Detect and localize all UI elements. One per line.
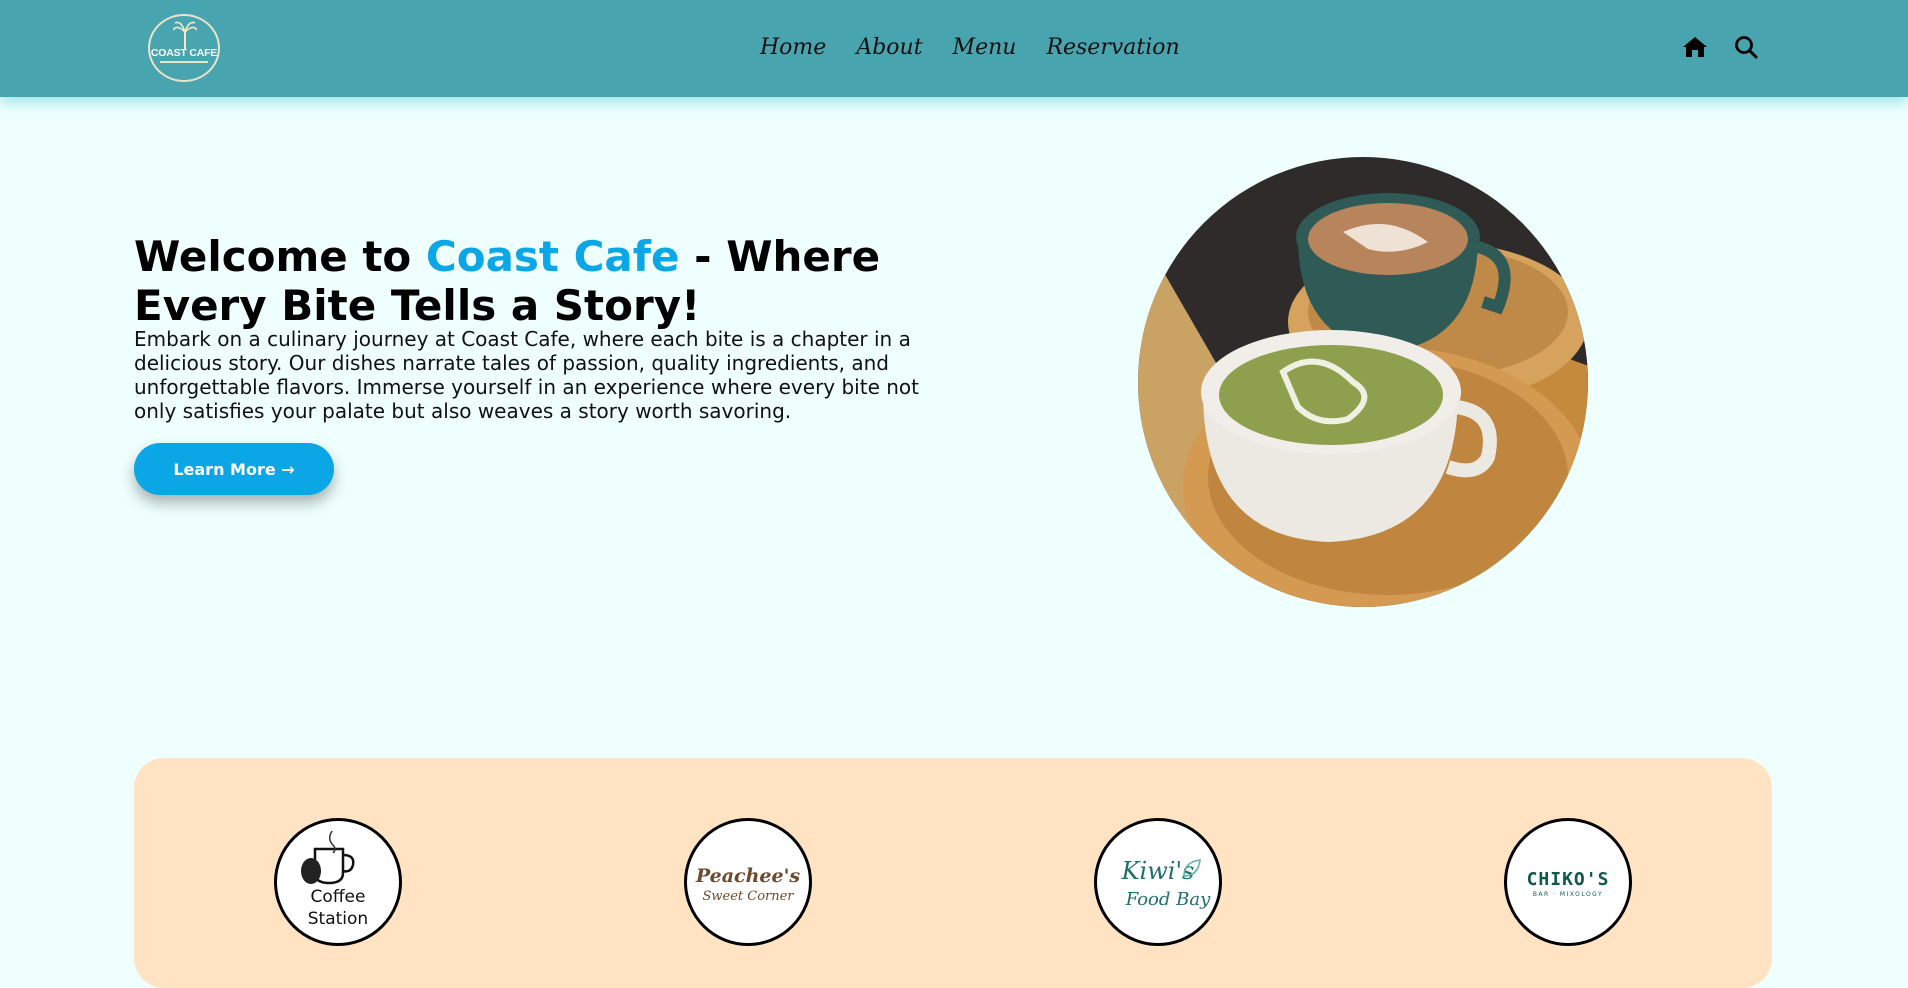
learn-more-button[interactable]: Learn More → (134, 443, 334, 495)
partner-brands: Coffee Station Peachee's Sweet Corner Ki… (134, 758, 1772, 988)
nav-menu[interactable]: Menu (953, 32, 1017, 64)
hero-coffee-image (1138, 157, 1588, 607)
brand-chikos[interactable]: CHIKO'S BAR · MIXOLOGY (1504, 818, 1632, 946)
brand-line2: Food Bay (1125, 889, 1211, 910)
nav-reservation[interactable]: Reservation (1046, 32, 1179, 64)
hero-title: Welcome to Coast Cafe - Where Every Bite… (134, 232, 954, 330)
palm-tree-icon (173, 21, 197, 50)
top-navbar: COAST CAFE Home About Menu Reservation (0, 0, 1908, 97)
logo-underline (160, 61, 208, 63)
brand-kiwis[interactable]: Kiwi's Food Bay (1094, 818, 1222, 946)
nav-about[interactable]: About (856, 32, 922, 64)
home-icon[interactable] (1682, 34, 1708, 60)
coast-cafe-logo[interactable]: COAST CAFE (148, 14, 220, 82)
brand-line1: CHIKO'S (1526, 869, 1610, 890)
nav-home[interactable]: Home (760, 32, 826, 64)
main-nav: Home About Menu Reservation (760, 32, 1180, 64)
hero-title-prefix: Welcome to (134, 232, 426, 281)
search-icon[interactable] (1733, 34, 1759, 60)
leaf-icon (1183, 859, 1201, 877)
brand-line2: Station (307, 909, 369, 929)
brand-line2: Sweet Corner (702, 889, 794, 904)
brand-line1: Coffee (310, 887, 366, 907)
brand-line1: Peachee's (695, 865, 801, 887)
brand-line2: BAR · MIXOLOGY (1532, 891, 1604, 898)
logo-text: COAST CAFE (150, 47, 218, 59)
hero-title-accent: Coast Cafe (425, 232, 680, 281)
brand-coffee-station[interactable]: Coffee Station (274, 818, 402, 946)
brand-peachees[interactable]: Peachee's Sweet Corner (684, 818, 812, 946)
hero-description: Embark on a culinary journey at Coast Ca… (134, 327, 919, 423)
